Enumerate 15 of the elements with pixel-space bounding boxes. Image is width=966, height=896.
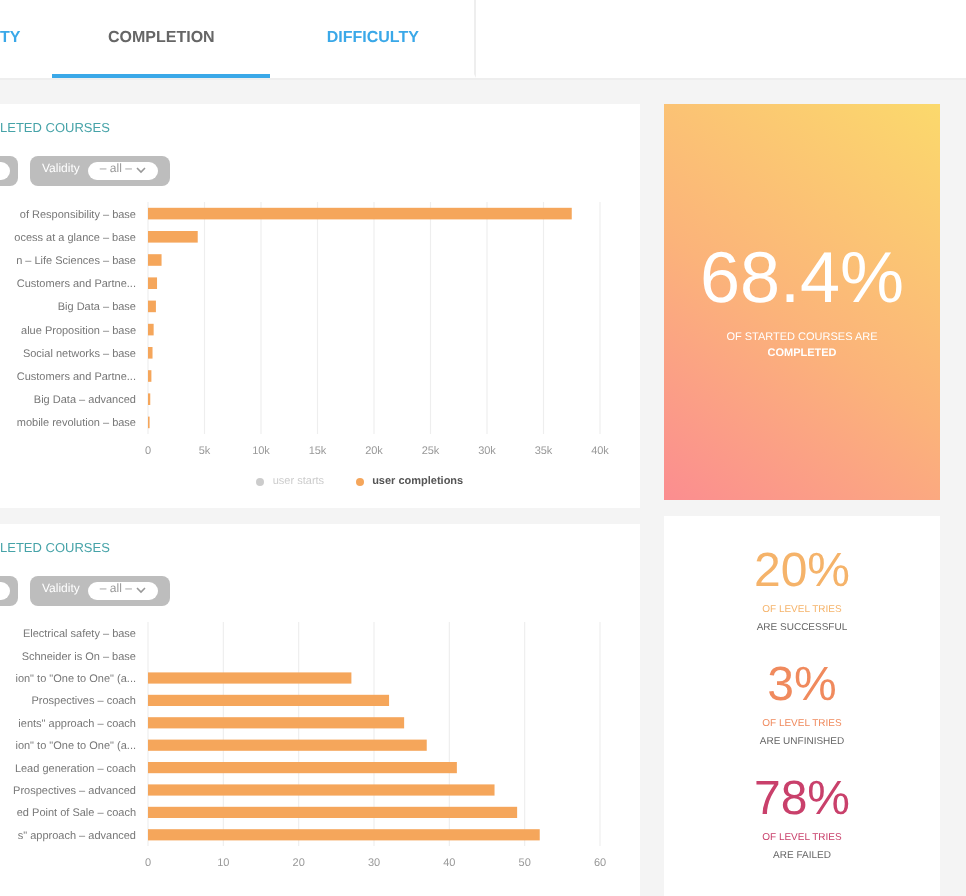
bar xyxy=(148,253,162,266)
chevron-down-icon xyxy=(135,586,146,595)
tab[interactable]: TY xyxy=(0,0,52,78)
completion-percentage: 68.4% xyxy=(699,241,905,314)
bar xyxy=(148,230,198,243)
bar xyxy=(148,300,156,312)
tab[interactable]: COMPLETION xyxy=(52,0,271,78)
stat-percentage: 20% xyxy=(753,547,851,595)
stat-percentage: 78% xyxy=(753,775,851,823)
bar xyxy=(148,276,158,289)
tab[interactable]: DIFFICULTY xyxy=(270,0,477,78)
bar xyxy=(148,346,153,359)
bar xyxy=(148,323,154,335)
chevron-down-icon xyxy=(135,166,146,175)
stat-percentage: 3% xyxy=(767,661,837,709)
